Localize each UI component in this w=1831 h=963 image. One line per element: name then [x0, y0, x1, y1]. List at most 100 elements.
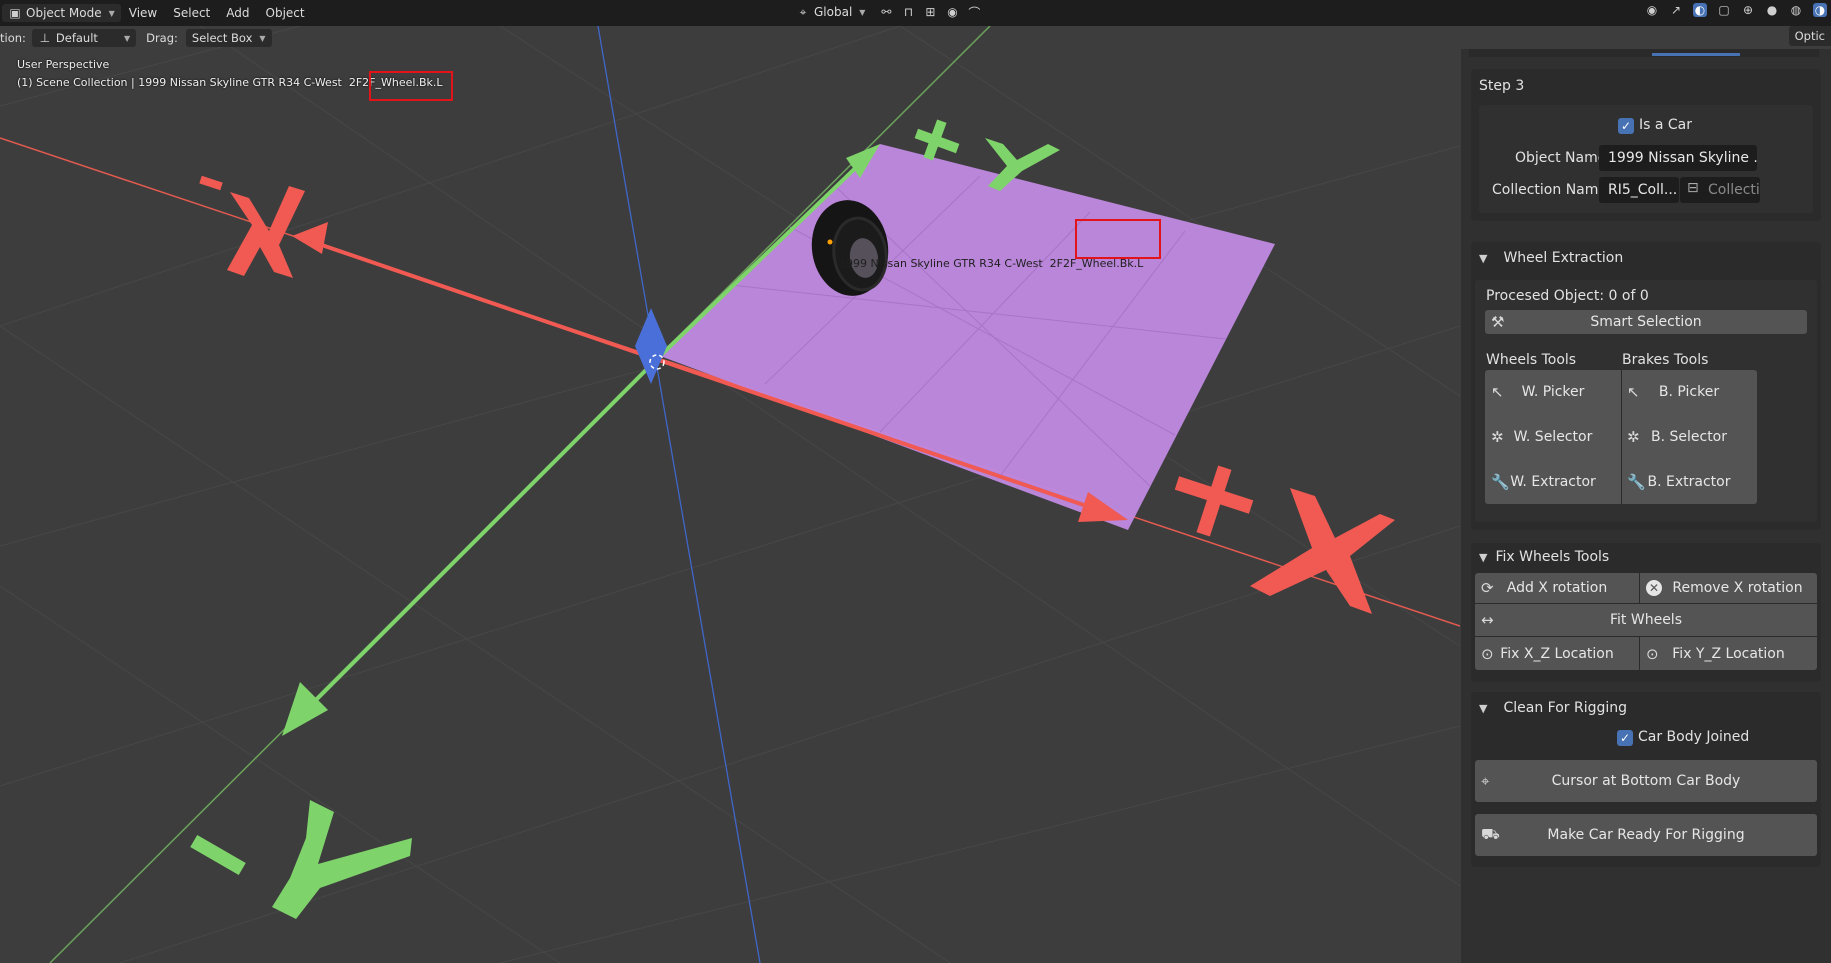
object-mode-icon: ▣: [9, 6, 21, 20]
sidebar-active-tab[interactable]: [1652, 53, 1740, 56]
collection-box-icon: ⊟: [1687, 180, 1699, 196]
w-extractor-label: W. Extractor: [1510, 473, 1596, 490]
car-body-joined-checkbox[interactable]: ✓: [1617, 730, 1633, 746]
brakes-tools-label: Brakes Tools: [1622, 352, 1709, 368]
material-shading-icon[interactable]: ◍: [1789, 3, 1803, 17]
collapse-triangle-icon: ▼: [1479, 550, 1488, 564]
cursor-at-bottom-car-body-button[interactable]: ⌖ Cursor at Bottom Car Body: [1475, 760, 1817, 802]
fix-wheels-tools-header[interactable]: ▼ Fix Wheels Tools: [1479, 549, 1609, 565]
make-car-ready-button[interactable]: ⛟ Make Car Ready For Rigging: [1475, 814, 1817, 856]
orientation-dropdown-value: Default: [55, 31, 98, 45]
viewport-shading-controls: ◉ ↗ ◐ ▢ ⊕ ● ◍ ◑: [1645, 3, 1831, 17]
location-pin-icon: ⊙: [1646, 644, 1659, 663]
fix-yz-location-button[interactable]: ⊙ Fix Y_Z Location: [1640, 637, 1817, 670]
sparkle-icon: ✲: [1491, 427, 1504, 446]
fit-wheels-button[interactable]: ↔ Fit Wheels: [1475, 604, 1817, 636]
b-extractor-label: B. Extractor: [1647, 473, 1731, 490]
is-a-car-checkbox[interactable]: ✓: [1618, 118, 1634, 134]
options-tab[interactable]: Optic: [1788, 26, 1831, 46]
smart-selection-button[interactable]: ⚒ Smart Selection: [1485, 310, 1807, 334]
fix-xz-location-button[interactable]: ⊙ Fix X_Z Location: [1475, 637, 1639, 670]
tool-settings-row: tion: ⊥ Default ▼ Drag: Select Box ▼: [0, 26, 1460, 50]
add-x-rotation-label: Add X rotation: [1506, 580, 1608, 596]
drag-dropdown-value: Select Box: [191, 31, 253, 45]
snap-icon[interactable]: ⊓: [901, 5, 915, 19]
b-picker-label: B. Picker: [1658, 384, 1720, 400]
visibility-icon[interactable]: ◉: [1645, 3, 1659, 17]
pivot-point-icon[interactable]: ⚯: [879, 5, 893, 19]
snap-target-icon[interactable]: ⊞: [923, 5, 937, 19]
b-picker-button[interactable]: ↖ B. Picker: [1621, 370, 1757, 414]
clean-for-rigging-header[interactable]: ▼ Clean For Rigging: [1479, 700, 1627, 716]
transform-controls: ⌖ Global ▼ ⚯ ⊓ ⊞ ◉ ⌒: [790, 3, 981, 21]
tools-divider: [1621, 370, 1622, 504]
collapse-triangle-icon: ▼: [1479, 701, 1488, 715]
close-circle-icon: ✕: [1646, 580, 1662, 596]
collection-name-field[interactable]: RI5_Coll...: [1599, 177, 1679, 203]
chevron-down-icon: ▼: [859, 7, 866, 17]
wrench-icon: 🔧: [1491, 472, 1510, 491]
fix-wheels-tools-title: Fix Wheels Tools: [1495, 549, 1610, 565]
make-car-ready-label: Make Car Ready For Rigging: [1547, 827, 1745, 843]
object-name-field[interactable]: 1999 Nissan Skyline ...: [1599, 145, 1757, 171]
rendered-shading-icon[interactable]: ◑: [1813, 3, 1827, 17]
b-extractor-button[interactable]: 🔧 B. Extractor: [1621, 459, 1757, 504]
location-pin-icon: ⊙: [1481, 644, 1494, 663]
object-name-label: Object Name: [1515, 150, 1607, 166]
orientation-label: Global: [814, 5, 853, 19]
orientation-field-label: tion:: [0, 31, 26, 45]
chevron-down-icon: ▼: [123, 33, 131, 43]
perspective-label: User Perspective: [17, 58, 110, 71]
fix-xz-location-label: Fix X_Z Location: [1500, 645, 1614, 662]
step-title: Step 3: [1479, 78, 1525, 94]
orientation-axes-icon: ⊥: [39, 31, 51, 45]
processed-object-text: Procesed Object: 0 of 0: [1486, 288, 1649, 304]
cursor-at-bottom-label: Cursor at Bottom Car Body: [1551, 773, 1741, 789]
fix-yz-location-label: Fix Y_Z Location: [1672, 645, 1785, 662]
menu-object[interactable]: Object: [258, 4, 313, 22]
remove-x-rotation-button[interactable]: ✕ Remove X rotation: [1640, 573, 1817, 603]
falloff-icon[interactable]: ⌒: [967, 5, 981, 20]
add-x-rotation-button[interactable]: ⟳ Add X rotation: [1475, 573, 1639, 603]
menu-add[interactable]: Add: [218, 4, 257, 22]
highlight-box-object-label: [1075, 219, 1161, 259]
solid-shading-icon[interactable]: ●: [1765, 3, 1779, 17]
xray-icon[interactable]: ▢: [1717, 3, 1731, 17]
orientation-icon: ⌖: [799, 4, 807, 19]
cursor-target-icon: ⌖: [1481, 772, 1490, 790]
menu-view[interactable]: View: [121, 4, 165, 22]
collapse-triangle-icon: ▼: [1479, 251, 1488, 265]
b-selector-button[interactable]: ✲ B. Selector: [1621, 414, 1757, 459]
w-selector-label: W. Selector: [1513, 428, 1593, 445]
gizmo-icon[interactable]: ↗: [1669, 3, 1683, 17]
object-origin-dot: [827, 239, 833, 245]
viewport-canvas: [0, 26, 1460, 963]
step-3-panel: Step 3 ✓ Is a Car Object Name 1999 Nissa…: [1471, 69, 1821, 221]
menu-select[interactable]: Select: [165, 4, 218, 22]
proportional-edit-icon[interactable]: ◉: [945, 5, 959, 19]
chevron-down-icon: ▼: [259, 33, 266, 43]
drag-dropdown[interactable]: Select Box ▼: [185, 29, 272, 47]
3d-viewport[interactable]: User Perspective (1) Scene Collection | …: [0, 26, 1460, 963]
wrench-icon: 🔧: [1627, 472, 1646, 491]
collection-name-label: Collection Name: [1492, 182, 1608, 198]
remove-x-rotation-label: Remove X rotation: [1672, 580, 1803, 596]
w-picker-button[interactable]: ↖ W. Picker: [1485, 370, 1621, 414]
overlays-icon[interactable]: ◐: [1693, 3, 1707, 17]
viewport-background: [0, 26, 1460, 963]
is-a-car-label: Is a Car: [1639, 117, 1693, 133]
drag-field-label: Drag:: [146, 31, 178, 45]
mode-dropdown[interactable]: ▣ Object Mode ▼: [2, 4, 121, 22]
w-extractor-button[interactable]: 🔧 W. Extractor: [1485, 459, 1621, 504]
orientation-dropdown[interactable]: ⊥ Default ▼: [31, 29, 137, 47]
highlight-box-collection-path: [369, 71, 453, 101]
wireframe-shading-icon[interactable]: ⊕: [1741, 3, 1755, 17]
b-selector-label: B. Selector: [1650, 428, 1727, 445]
cursor-arrow-icon: ↖: [1627, 383, 1640, 401]
transform-orientation-dropdown[interactable]: ⌖ Global ▼: [790, 3, 871, 21]
horizontal-arrows-icon: ↔: [1481, 611, 1494, 629]
w-selector-button[interactable]: ✲ W. Selector: [1485, 414, 1621, 459]
clean-for-rigging-panel: ▼ Clean For Rigging ✓ Car Body Joined ⌖ …: [1471, 692, 1821, 867]
fit-wheels-label: Fit Wheels: [1610, 612, 1682, 628]
wheel-extraction-header[interactable]: ▼ Wheel Extraction: [1479, 250, 1623, 266]
